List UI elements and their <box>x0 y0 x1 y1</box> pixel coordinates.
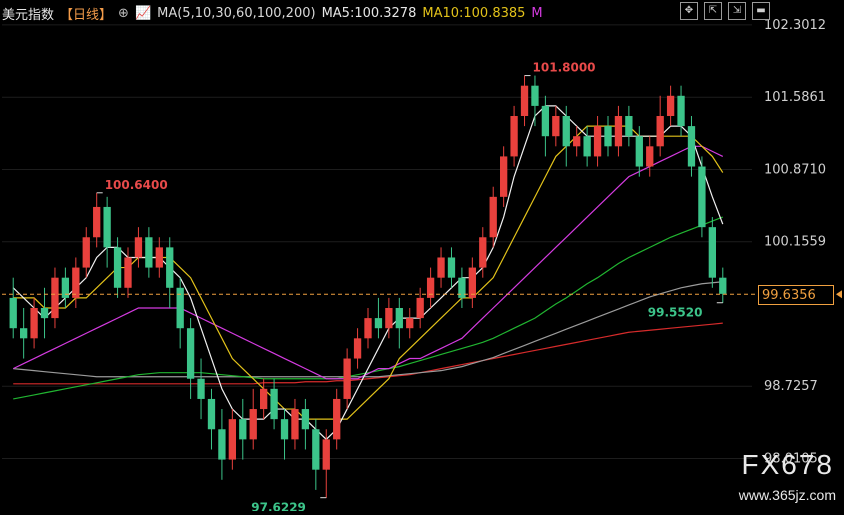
chart-header: 美元指数 【日线】 ⊕ 📈 MA(5,10,30,60,100,200) MA5… <box>2 4 543 23</box>
candle-body <box>82 237 90 268</box>
candle-body <box>541 105 550 137</box>
candle-body <box>239 419 247 440</box>
minimize-icon[interactable]: ▬ <box>752 2 770 20</box>
candle-body <box>426 277 435 298</box>
candle-body <box>124 257 132 288</box>
annotation-high: 101.8000 <box>533 61 596 75</box>
candle-body <box>468 267 476 298</box>
candle-body <box>395 308 403 329</box>
move-icon[interactable]: ✥ <box>680 2 698 20</box>
candle-body <box>9 297 17 329</box>
candle-body <box>301 409 310 430</box>
y-tick-label: 101.5861 <box>764 90 826 105</box>
chart-toolbar: ✥ ⇱ ⇲ ▬ <box>680 2 770 20</box>
candle-body <box>218 429 226 460</box>
candle-body <box>719 277 727 294</box>
candle-body <box>687 126 696 167</box>
candle-body <box>520 85 529 116</box>
candle-body <box>677 95 685 127</box>
candle-body <box>72 267 80 298</box>
candle-body <box>708 227 716 278</box>
candle-body <box>374 318 383 329</box>
candle-body <box>364 318 372 339</box>
annotation-low: 97.6229 <box>251 501 306 511</box>
candle-body <box>207 398 216 430</box>
candle-body <box>166 247 174 288</box>
candle-body <box>489 196 497 238</box>
candle-body <box>249 409 257 440</box>
candle-body <box>593 126 602 157</box>
candle-body <box>458 277 466 298</box>
y-tick-label: 102.3012 <box>764 18 826 33</box>
candle-body <box>531 85 539 106</box>
annotation-low: 99.5520 <box>648 306 703 320</box>
candle-body <box>552 116 560 137</box>
ma5-value: MA5:100.3278 <box>321 6 417 21</box>
candle-body <box>145 237 153 268</box>
candle-body <box>583 136 591 157</box>
candle-body <box>562 116 570 147</box>
compress-icon[interactable]: ⇲ <box>728 2 746 20</box>
candle-body <box>291 409 299 440</box>
y-tick-label: 100.1559 <box>764 235 826 250</box>
y-tick-label: 100.8710 <box>764 162 826 177</box>
candle-body <box>698 166 706 228</box>
candle-body <box>406 318 414 329</box>
candle-body <box>385 308 393 329</box>
candle-body <box>614 116 623 147</box>
candle-body <box>20 328 28 339</box>
candle-body <box>666 95 675 116</box>
candle-body <box>510 116 518 157</box>
candle-body <box>113 247 122 288</box>
period-label[interactable]: 【日线】 <box>60 4 112 23</box>
candle-body <box>573 136 581 147</box>
site-watermark: www.365jz.com <box>738 487 836 503</box>
candle-body <box>479 237 487 268</box>
candlestick-chart: 102.3012 101.5861 100.8710 100.1559 98.7257 9… <box>0 0 844 515</box>
candle-body <box>197 378 205 399</box>
candle-body <box>155 247 163 268</box>
candle-body <box>646 146 654 167</box>
ma-more-value: M <box>531 6 543 21</box>
candle-body <box>103 206 111 248</box>
candle-body <box>416 297 424 319</box>
ma-params: MA(5,10,30,60,100,200) <box>157 6 316 21</box>
ma-settings-icon[interactable]: 📈 <box>135 6 151 21</box>
candle-body <box>61 277 70 298</box>
candle-body <box>437 257 445 278</box>
candle-body <box>260 388 268 410</box>
candle-body <box>312 429 320 470</box>
candle-body <box>40 308 49 319</box>
candle-body <box>343 358 351 399</box>
candle-body <box>93 206 101 238</box>
candle-body <box>333 398 341 440</box>
ma10-value: MA10:100.8385 <box>422 6 526 21</box>
candle-body <box>635 136 643 167</box>
crosshair-icon[interactable]: ⊕ <box>118 6 129 21</box>
current-price-marker <box>836 290 842 299</box>
candle-body <box>30 308 38 339</box>
candle-body <box>186 328 195 379</box>
candle-body <box>322 439 330 470</box>
candle-body <box>500 156 508 197</box>
candle-body <box>625 116 633 137</box>
candle-body <box>134 237 143 258</box>
instrument-title[interactable]: 美元指数 <box>2 4 54 23</box>
annotation-high: 100.6400 <box>105 178 168 192</box>
candle-body <box>270 388 278 420</box>
brand-watermark: FX678 <box>741 449 834 480</box>
candle-body <box>228 419 236 460</box>
expand-icon[interactable]: ⇱ <box>704 2 722 20</box>
current-price-box: 99.6356 <box>758 285 834 305</box>
candle-body <box>51 277 59 319</box>
candle-body <box>604 126 612 147</box>
candle-body <box>447 257 456 278</box>
candle-body <box>353 338 362 359</box>
candle-body <box>656 116 664 147</box>
chart-canvas: 102.3012 101.5861 100.8710 100.1559 98.7257 9… <box>2 18 842 515</box>
candle-body <box>280 419 289 440</box>
y-tick-label: 98.7257 <box>764 379 818 394</box>
